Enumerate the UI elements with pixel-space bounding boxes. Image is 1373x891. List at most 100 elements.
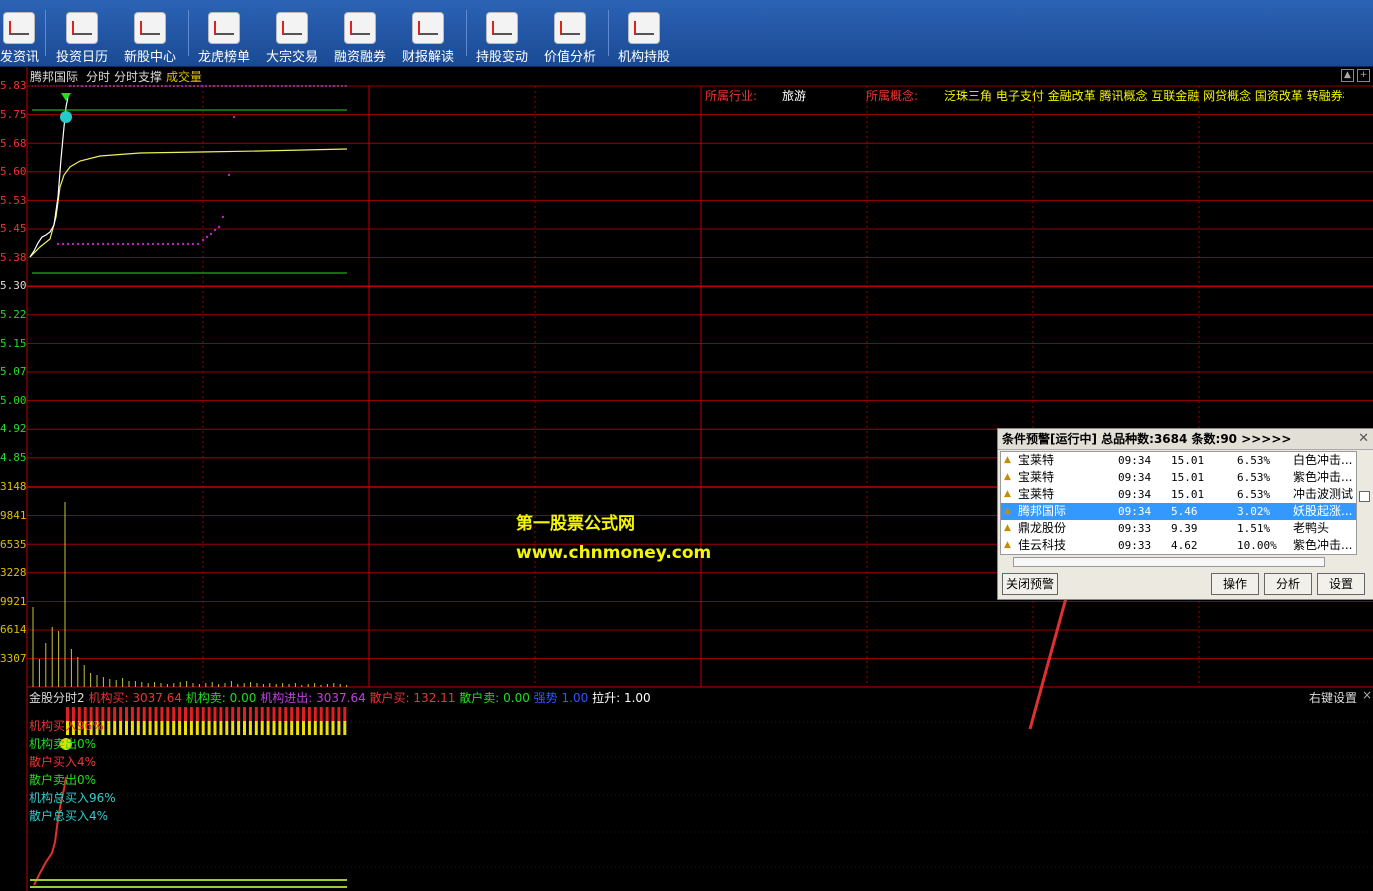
toolbar-margin-button[interactable]: 融资融券 [330, 6, 390, 65]
indicator-yellow-bar [313, 721, 317, 735]
alert-row[interactable]: ▲ 宝莱特 09:34 15.01 6.53% 白色冲击... [1001, 452, 1356, 469]
limit-dot [89, 85, 91, 87]
stat-retail-sell: 散户卖出0% [29, 773, 97, 787]
indicator-close-icon[interactable]: × [1362, 688, 1372, 702]
toolbar-ipo-button[interactable]: 新股中心 [120, 6, 180, 65]
alert-stock-name: 佳云科技 [1018, 538, 1067, 552]
limit-dot [105, 85, 107, 87]
indicator-yellow-bar [331, 721, 335, 735]
volume-bars [32, 502, 348, 687]
limit-dot [249, 85, 251, 87]
indicator-red-bar [319, 707, 323, 721]
tab-support[interactable]: 分时支撑 [114, 68, 162, 85]
holding-change-icon [486, 12, 518, 44]
indicator-yellow-bar [343, 721, 347, 735]
toolbar-news-button[interactable]: 发资讯 [0, 6, 39, 65]
alert-pct: 1.51% [1237, 522, 1271, 535]
tab-fenshi[interactable]: 分时 [86, 68, 110, 85]
support-dot [136, 242, 140, 246]
support-dot [221, 215, 225, 219]
limit-dot [69, 85, 71, 87]
tab-volume[interactable]: 成交量 [166, 68, 202, 85]
alert-price: 4.62 [1171, 539, 1198, 552]
alert-stock-name: 宝莱特 [1018, 453, 1055, 467]
indicator-yellow-bar [154, 721, 158, 735]
alert-row[interactable]: ▲ 佳云科技 09:33 4.62 10.00% 紫色冲击... [1001, 537, 1356, 554]
stat-retail-total-buy: 散户总买入4% [29, 809, 109, 823]
scroll-up-icon[interactable]: ▲ [1341, 69, 1354, 82]
indicator-yellow-bar [125, 721, 128, 735]
support-dot [61, 242, 65, 246]
limit-dot [297, 85, 299, 87]
toolbar-holding-change-button[interactable]: 持股变动 [472, 6, 532, 65]
alert-row[interactable]: ▲ 宝莱特 09:34 15.01 6.53% 紫色冲击... [1001, 469, 1356, 486]
alert-price: 15.01 [1171, 454, 1205, 467]
limit-dot [313, 85, 315, 87]
limit-dot [153, 85, 155, 87]
price-axis-label: 5.53 [0, 194, 27, 207]
alert-up-icon: ▲ [1004, 489, 1011, 499]
limit-dot [185, 85, 187, 87]
support-dot [66, 242, 70, 246]
price-axis-label: 4.85 [0, 451, 27, 464]
toolbar-report-button[interactable]: 财报解读 [398, 6, 458, 65]
buy-signal-down-icon [61, 93, 71, 101]
stat-inst-buy: 机构买入96% [29, 719, 104, 733]
stat-retail-buy: 散户买入4% [29, 755, 97, 769]
analyze-button[interactable]: 分析 [1264, 573, 1312, 595]
alert-price: 5.46 [1171, 505, 1198, 518]
toolbar-institution-button[interactable]: 机构持股 [614, 6, 674, 65]
volume-axis-label: 3228 [0, 566, 27, 579]
right-click-settings[interactable]: 右键设置 [1309, 689, 1357, 706]
limit-dot [325, 85, 327, 87]
toolbar-calendar-button[interactable]: 投资日历 [52, 6, 112, 65]
alert-close-icon[interactable]: ✕ [1358, 431, 1369, 446]
indicator-red-bar [148, 707, 152, 721]
indicator-yellow-bar [142, 721, 146, 735]
limit-dot [129, 85, 131, 87]
limit-dot [77, 85, 79, 87]
indicator-red-bar [337, 707, 341, 721]
indicator-red-bar [125, 707, 128, 721]
indicator-yellow-bar [278, 721, 282, 735]
alert-row-selected[interactable]: ▲ 腾邦国际 09:34 5.46 3.02% 妖股起涨... [1001, 503, 1356, 520]
signal-circle-icon [60, 111, 72, 123]
alert-list[interactable]: ▲ 宝莱特 09:34 15.01 6.53% 白色冲击... ▲ 宝莱特 09… [1000, 451, 1357, 555]
limit-dot [225, 85, 227, 87]
indicator-sell-value: 0.00 [229, 691, 257, 705]
support-dot [186, 242, 190, 246]
toolbar-block-trade-button[interactable]: 大宗交易 [262, 6, 322, 65]
indicator-pull-value: 1.00 [623, 691, 651, 705]
alert-title[interactable]: 条件预警[运行中] 总品种数:3684 条数:90 >>>>> [998, 429, 1373, 450]
limit-dot [277, 85, 279, 87]
limit-dot [233, 85, 235, 87]
alert-horizontal-scrollbar[interactable] [1013, 557, 1325, 567]
price-axis-label: 5.38 [0, 251, 27, 264]
alert-row[interactable]: ▲ 鼎龙股份 09:33 9.39 1.51% 老鸭头 [1001, 520, 1356, 537]
indicator-red-bar [213, 707, 217, 721]
support-dot [76, 242, 80, 246]
support-dot [171, 242, 175, 246]
margin-icon [344, 12, 376, 44]
alert-row[interactable]: ▲ 宝莱特 09:34 15.01 6.53% 冲击波测试 [1001, 486, 1356, 503]
stock-name: 腾邦国际 [30, 70, 79, 84]
concept-label: 所属概念: [866, 89, 919, 103]
alert-checkbox[interactable] [1359, 491, 1370, 502]
support-dot [141, 242, 145, 246]
volume-axis-label: 3307 [0, 652, 27, 665]
toolbar-value-analysis-button[interactable]: 价值分析 [540, 6, 600, 65]
indicator-red-bar [207, 707, 211, 721]
support-dot [126, 242, 130, 246]
toolbar-separator [608, 10, 609, 56]
indicator-red-bar [248, 707, 252, 721]
calendar-icon [66, 12, 98, 44]
indicator-yellow-bar [302, 721, 305, 735]
close-warning-button[interactable]: 关闭预警 [1002, 573, 1058, 595]
indicator-yellow-bar [166, 721, 170, 735]
settings-button[interactable]: 设置 [1317, 573, 1365, 595]
toolbar-dragon-list-button[interactable]: 龙虎榜单 [194, 6, 254, 65]
alert-time: 09:34 [1118, 471, 1152, 484]
operate-button[interactable]: 操作 [1211, 573, 1259, 595]
expand-icon[interactable]: + [1357, 69, 1370, 82]
indicator-yellow-bar [307, 721, 311, 735]
